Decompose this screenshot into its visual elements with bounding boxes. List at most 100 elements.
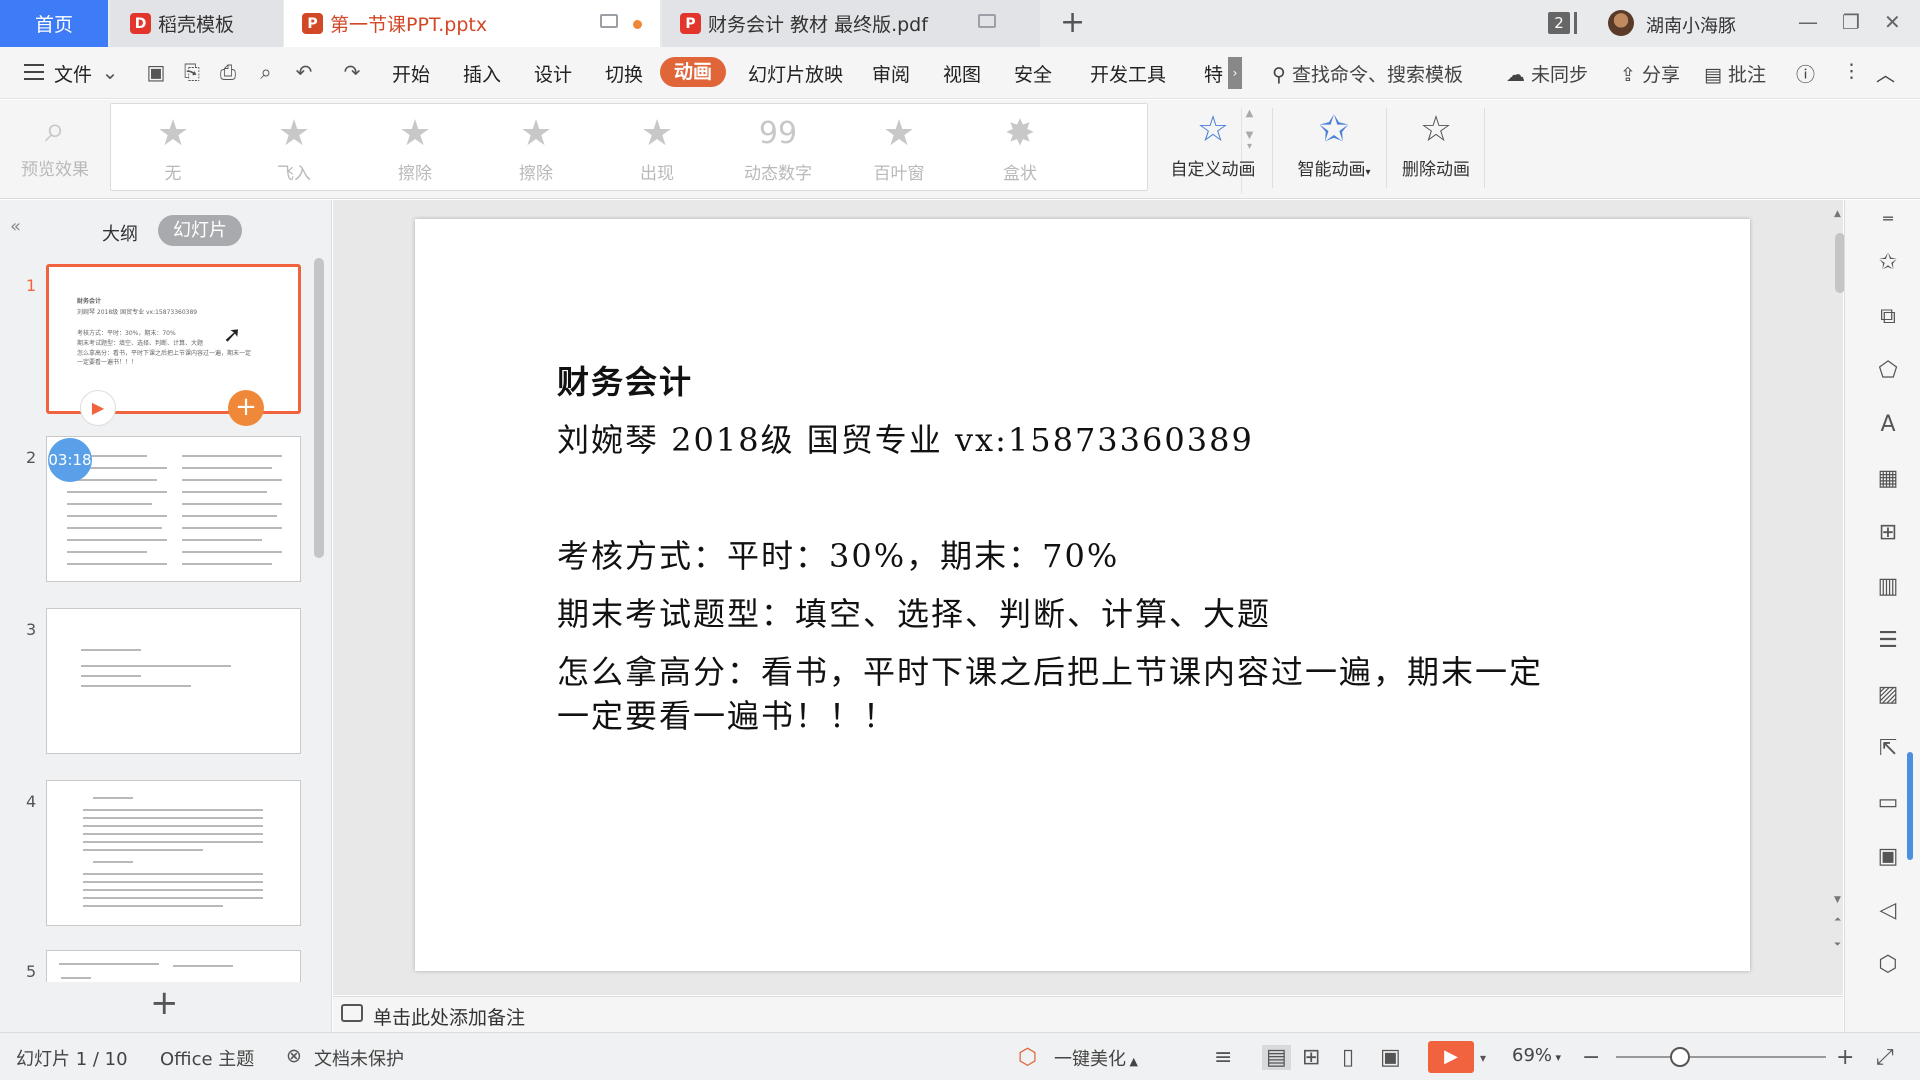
redo-icon[interactable]: ↷ (340, 60, 364, 84)
theme-name[interactable]: Office 主题 (160, 1045, 254, 1071)
sync-button[interactable]: ☁ 未同步 (1506, 60, 1588, 87)
zoom-in-icon[interactable]: + (1836, 1045, 1854, 1070)
tab-slides[interactable]: 幻灯片 (158, 215, 242, 246)
menu-review[interactable]: 审阅 (872, 60, 910, 87)
zoom-slider-knob[interactable] (1670, 1047, 1690, 1067)
scroll-down-icon[interactable]: ▼ (1834, 895, 1841, 905)
menu-special[interactable]: 特 (1204, 60, 1223, 87)
effect-wipe[interactable]: ★ 擦除 (365, 109, 465, 194)
collapse-panel-icon[interactable]: « (10, 216, 21, 237)
undo-icon[interactable]: ↶ (292, 60, 316, 84)
user-name[interactable]: 湖南小海豚 (1646, 12, 1736, 38)
effect-box[interactable]: ✸ 盒状 (970, 109, 1070, 194)
tab-ppt-document[interactable]: P 第一节课PPT.pptx (284, 0, 660, 47)
table-icon[interactable]: ▦ (1875, 466, 1901, 492)
document-protection-status[interactable]: 文档未保护 (314, 1045, 404, 1071)
help-icon[interactable]: ⓘ (1796, 60, 1815, 87)
tab-pdf-document[interactable]: P 财务会计 教材 最终版.pdf (662, 0, 1040, 47)
menu-developer[interactable]: 开发工具 (1090, 60, 1166, 87)
slide-subtitle[interactable]: 刘婉琴 2018级 国贸专业 vx:15873360389 (557, 415, 1254, 461)
slides-panel-scrollbar[interactable] (314, 258, 324, 558)
menu-design[interactable]: 设计 (534, 60, 572, 87)
menu-file[interactable]: 文件 (54, 60, 92, 87)
scroll-up-icon[interactable]: ▲ (1834, 209, 1841, 219)
menu-slideshow[interactable]: 幻灯片放映 (748, 60, 843, 87)
effect-fly-in[interactable]: ★ 飞入 (244, 109, 344, 194)
beautify-button[interactable]: 一键美化 ▲ (1054, 1045, 1138, 1071)
slide-sorter-icon[interactable]: ⊞ (1302, 1045, 1320, 1070)
play-slide-button[interactable]: ▶ (80, 390, 116, 426)
shield-icon[interactable]: ⬡ (1875, 952, 1901, 978)
slide-body-line[interactable]: 考核方式：平时：30%，期末：70% (557, 531, 1119, 577)
effect-dynamic-number[interactable]: 99 动态数字 (728, 109, 828, 194)
close-icon[interactable]: ✕ (1884, 10, 1901, 34)
prev-page-icon[interactable]: ⏶ (1834, 915, 1841, 925)
more-icon[interactable]: ⋮ (1842, 60, 1861, 82)
print-icon[interactable]: ⎙ (216, 60, 240, 84)
tab-home[interactable]: 首页 (0, 0, 108, 47)
notes-bar[interactable]: 单击此处添加备注 (333, 996, 1843, 1032)
share-button[interactable]: ⇪ 分享 (1620, 60, 1680, 87)
animation-pane-icon[interactable]: ✩ (1875, 250, 1901, 276)
share-export-icon[interactable]: ⇱ (1875, 736, 1901, 762)
slide-thumbnail-5[interactable] (46, 950, 301, 982)
delete-animation-button[interactable]: ☆ 删除动画 (1392, 105, 1480, 190)
font-icon[interactable]: A (1875, 412, 1901, 438)
menu-animation[interactable]: 动画 (660, 57, 726, 87)
hamburger-icon[interactable] (24, 64, 44, 80)
notes-toggle-icon[interactable]: ≡ (1214, 1045, 1232, 1070)
chart-icon[interactable]: ▥ (1875, 574, 1901, 600)
smart-animation-button[interactable]: ✩ 智能动画▾ (1278, 105, 1390, 190)
slide-canvas[interactable]: 财务会计 刘婉琴 2018级 国贸专业 vx:15873360389 考核方式：… (415, 219, 1750, 971)
settings-sliders-icon[interactable]: ☰ (1875, 628, 1901, 654)
export-icon[interactable]: ⎘ (180, 60, 204, 84)
slide-title[interactable]: 财务会计 (557, 357, 693, 403)
chevron-down-icon[interactable]: ⌄ (98, 60, 122, 84)
comment-button[interactable]: ▤ 批注 (1704, 60, 1766, 87)
tab-outline[interactable]: 大纲 (102, 220, 138, 246)
restore-icon[interactable]: ❐ (1842, 10, 1860, 34)
slide-thumbnail-1[interactable]: 财务会计 刘婉琴 2018级 国贸专业 vx:15873360389 考核方式：… (46, 264, 301, 414)
image-gallery-icon[interactable]: ▨ (1875, 682, 1901, 708)
zoom-slider-track[interactable] (1616, 1056, 1826, 1058)
effect-wipe-2[interactable]: ★ 擦除 (486, 109, 586, 194)
shape-icon[interactable]: ⬠ (1875, 358, 1901, 384)
zoom-level[interactable]: 69% ▾ (1512, 1045, 1561, 1066)
effect-none[interactable]: ★ 无 (123, 109, 223, 194)
custom-animation-button[interactable]: ☆ 自定义动画 (1163, 105, 1263, 190)
monitor-icon[interactable] (978, 14, 996, 28)
menu-insert[interactable]: 插入 (463, 60, 501, 87)
add-slide-inline-button[interactable]: + (228, 390, 264, 426)
chevron-down-icon[interactable]: ▾ (1480, 1051, 1486, 1065)
presenter-icon[interactable]: ▣ (1380, 1045, 1401, 1070)
minimize-icon[interactable]: — (1798, 10, 1818, 34)
fit-window-icon[interactable]: ⤢ (1876, 1045, 1894, 1070)
layout-icon[interactable]: ⊞ (1875, 520, 1901, 546)
preview-effect-button[interactable]: ⌕ 预览效果 (5, 105, 105, 190)
menu-view[interactable]: 视图 (943, 60, 981, 87)
slide-body-line[interactable]: 一定要看一遍书！！！ (557, 691, 897, 737)
slide-body-line[interactable]: 期末考试题型：填空、选择、判断、计算、大题 (557, 589, 1271, 635)
effect-blinds[interactable]: ★ 百叶窗 (849, 109, 949, 194)
window-count-badge[interactable]: 2 (1548, 12, 1570, 34)
transition-icon[interactable]: ⧉ (1875, 304, 1901, 330)
avatar[interactable] (1608, 10, 1634, 36)
zoom-out-icon[interactable]: − (1582, 1045, 1600, 1070)
menu-transition[interactable]: 切换 (605, 60, 643, 87)
picture-icon[interactable]: ▣ (1875, 844, 1901, 870)
archive-icon[interactable]: ▭ (1875, 790, 1901, 816)
slideshow-play-button[interactable]: ▶ (1428, 1041, 1474, 1073)
slide-body-line[interactable]: 怎么拿高分：看书，平时下课之后把上节课内容过一遍，期末一定 (557, 647, 1543, 693)
slide-thumbnail-3[interactable] (46, 608, 301, 754)
collapse-ribbon-icon[interactable]: ︿ (1876, 60, 1895, 87)
add-slide-button[interactable]: + (150, 986, 179, 1020)
audio-icon[interactable]: ◁ (1875, 898, 1901, 924)
monitor-icon[interactable] (600, 14, 618, 28)
new-tab-button[interactable]: + (1060, 6, 1085, 40)
tab-daoke-template[interactable]: D 稻壳模板 (110, 0, 283, 47)
menu-security[interactable]: 安全 (1014, 60, 1052, 87)
sidebar-handle-icon[interactable]: ═ (1875, 206, 1901, 232)
save-icon[interactable]: ▣ (144, 60, 168, 84)
notes-placeholder[interactable]: 单击此处添加备注 (373, 1003, 525, 1030)
menu-more-arrow[interactable]: › (1228, 57, 1242, 89)
